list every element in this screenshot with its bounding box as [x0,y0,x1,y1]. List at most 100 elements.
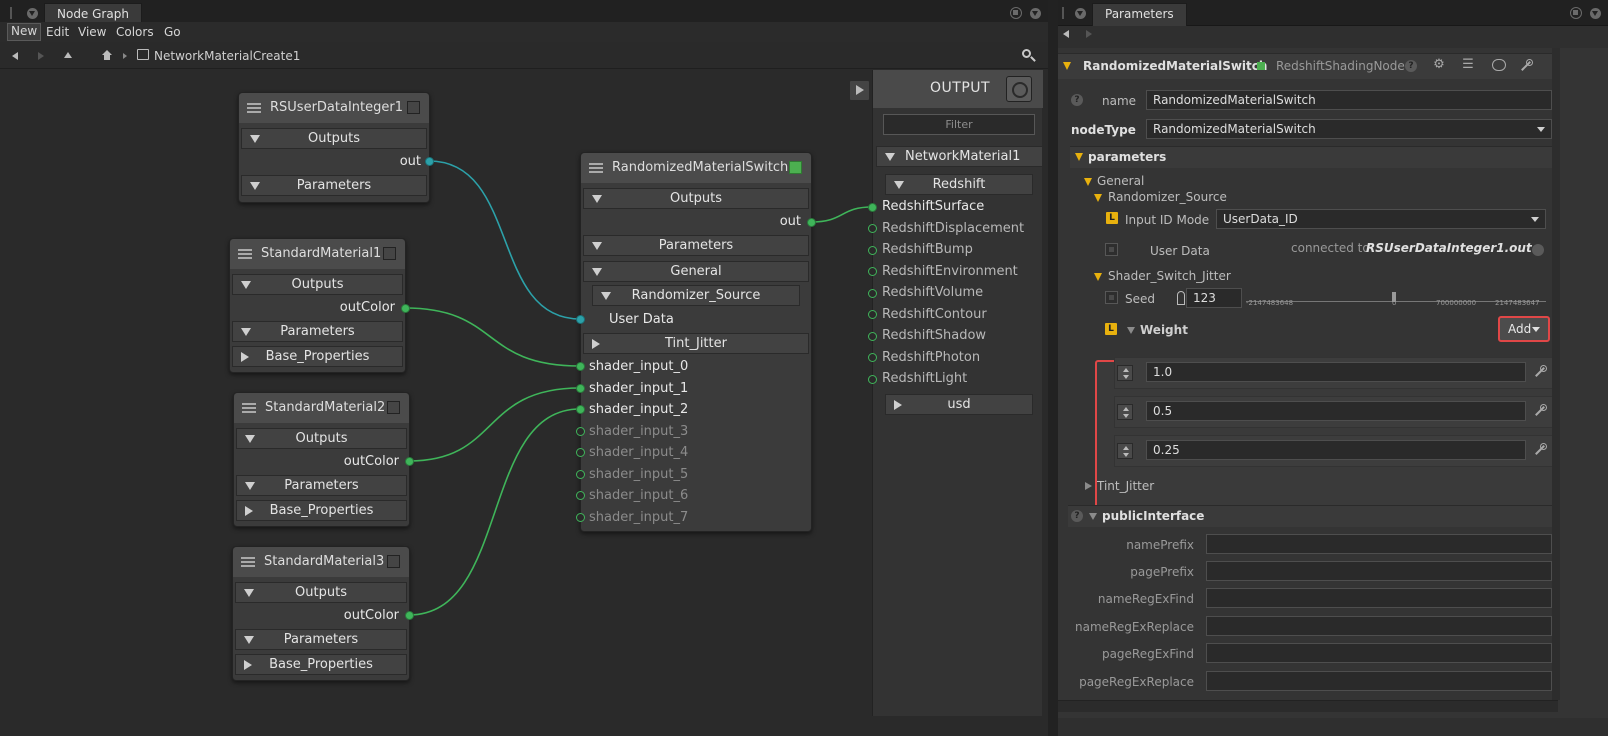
output-port-dot[interactable] [807,218,816,227]
wrench-icon[interactable] [1534,443,1547,456]
node-rs-user-data-integer[interactable]: RSUserDataInteger1 Outputs out Parameter… [238,92,430,203]
up-arrow-icon[interactable] [64,52,72,58]
filter-input[interactable]: Filter [883,114,1035,135]
grip-icon[interactable] [1062,7,1064,19]
weight-field-0[interactable]: 1.0 [1146,362,1526,382]
collapse-general-icon[interactable] [1084,178,1092,186]
output-input-port-dot[interactable] [868,310,877,319]
public-interface-label[interactable]: publicInterface [1102,509,1204,523]
parameters-section[interactable]: Parameters [583,235,809,256]
randomizer-source-section[interactable]: Randomizer_Source [592,285,800,306]
input-port-dot[interactable] [576,470,585,479]
wrench-icon[interactable] [1534,404,1547,417]
collapse-jitter-icon[interactable] [1094,273,1102,281]
output-port-dot[interactable] [405,457,414,466]
output-input-port-dot[interactable] [868,224,877,233]
page-prefix-field[interactable] [1206,561,1552,581]
name-regex-replace-field[interactable] [1206,616,1552,636]
maximize-icon[interactable] [1570,7,1582,19]
input-port-dot[interactable] [576,315,585,324]
vertical-scrollbar[interactable] [1552,48,1560,700]
outputs-section[interactable]: Outputs [236,428,407,449]
output-input-port-dot[interactable] [868,353,877,362]
grip-icon[interactable] [10,7,12,19]
menu-edit[interactable]: Edit [46,25,69,39]
node-standard-material-1[interactable]: StandardMaterial1 Outputs outColor Param… [229,238,406,373]
home-icon[interactable] [102,50,112,60]
node-flag-icon[interactable] [387,401,400,414]
input-port-dot[interactable] [576,405,585,414]
node-flag-icon[interactable] [789,161,802,174]
input-id-mode-select[interactable]: UserData_ID [1216,209,1546,229]
input-port-dot[interactable] [576,362,585,371]
menu-go[interactable]: Go [164,25,181,39]
menu-view[interactable]: View [78,25,106,39]
help-icon[interactable]: ? [1071,94,1083,106]
parameters-section-label[interactable]: parameters [1088,150,1166,164]
keyframe-icon[interactable] [1177,291,1185,305]
back-arrow-icon[interactable] [12,52,18,60]
connection-icon[interactable] [1532,244,1544,256]
parameters-section[interactable]: Parameters [232,321,403,342]
help-icon[interactable]: ? [1405,60,1417,72]
menu-new[interactable]: New [7,23,42,41]
node-flag-icon[interactable] [407,101,420,114]
tint-jitter-section[interactable]: Tint_Jitter [583,333,809,354]
general-section[interactable]: General [583,261,809,282]
output-port-dot[interactable] [405,611,414,620]
parameters-section[interactable]: Parameters [241,175,427,196]
forward-arrow-icon[interactable] [38,52,44,60]
reset-toggle-icon[interactable] [1105,243,1118,256]
collapse-parameters-icon[interactable] [1075,153,1083,161]
output-input-port-dot[interactable] [868,203,877,212]
base-properties-section[interactable]: Base_Properties [232,346,403,367]
lock-badge-icon[interactable]: L [1106,212,1118,224]
node-menu-icon[interactable] [247,103,261,113]
output-input-port-dot[interactable] [868,246,877,255]
node-header[interactable]: StandardMaterial2 [234,393,409,423]
node-header[interactable]: RSUserDataInteger1 [239,93,429,123]
node-menu-icon[interactable] [241,557,255,567]
reorder-handle-icon[interactable] [1117,365,1133,381]
comment-icon[interactable] [1492,59,1506,71]
breadcrumb-network[interactable]: NetworkMaterialCreate1 [154,49,300,63]
weight-field-1[interactable]: 0.5 [1146,401,1526,421]
redshift-group-section[interactable]: Redshift [885,174,1033,195]
maximize-icon[interactable] [1010,7,1022,19]
collapse-output-icon[interactable] [849,80,870,101]
tab-parameters[interactable]: Parameters [1092,3,1187,26]
weight-field-2[interactable]: 0.25 [1146,440,1526,460]
page-regex-replace-field[interactable] [1206,671,1552,691]
output-port-dot[interactable] [401,304,410,313]
network-material-section[interactable]: NetworkMaterial1 [876,146,1043,167]
pane-menu-icon[interactable] [27,8,38,19]
layout-icon[interactable]: ☰ [1461,58,1475,72]
tint-jitter-label[interactable]: Tint_Jitter [1097,479,1154,493]
usd-section[interactable]: usd [885,394,1033,415]
node-header[interactable]: StandardMaterial1 [230,239,405,269]
lock-badge-icon[interactable]: L [1105,323,1117,335]
output-input-port-dot[interactable] [868,289,877,298]
add-weight-button[interactable]: Add [1498,316,1550,342]
collapse-weight-icon[interactable] [1127,327,1135,334]
outputs-section[interactable]: Outputs [235,582,407,603]
back-arrow-icon[interactable] [1063,30,1069,38]
help-icon[interactable]: ? [1071,510,1083,522]
node-header[interactable]: RandomizedMaterialSwitch [581,153,811,183]
input-port-dot[interactable] [576,448,585,457]
connected-target[interactable]: RSUserDataInteger1.out [1366,241,1532,255]
reorder-handle-icon[interactable] [1117,443,1133,459]
name-prefix-field[interactable] [1206,534,1552,554]
reset-toggle-icon[interactable] [1105,291,1118,304]
randomizer-source-label[interactable]: Randomizer_Source [1108,190,1227,204]
shader-switch-jitter-label[interactable]: Shader_Switch_Jitter [1108,269,1231,283]
name-field[interactable]: RandomizedMaterialSwitch [1146,90,1552,110]
output-input-port-dot[interactable] [868,332,877,341]
nodetype-select[interactable]: RandomizedMaterialSwitch [1146,119,1552,139]
gear-icon[interactable]: ⚙ [1432,58,1446,72]
forward-arrow-icon[interactable] [1086,30,1092,38]
node-menu-icon[interactable] [242,403,256,413]
parameters-section[interactable]: Parameters [236,475,407,496]
input-port-dot[interactable] [576,513,585,522]
node-standard-material-2[interactable]: StandardMaterial2 Outputs outColor Param… [233,392,410,527]
